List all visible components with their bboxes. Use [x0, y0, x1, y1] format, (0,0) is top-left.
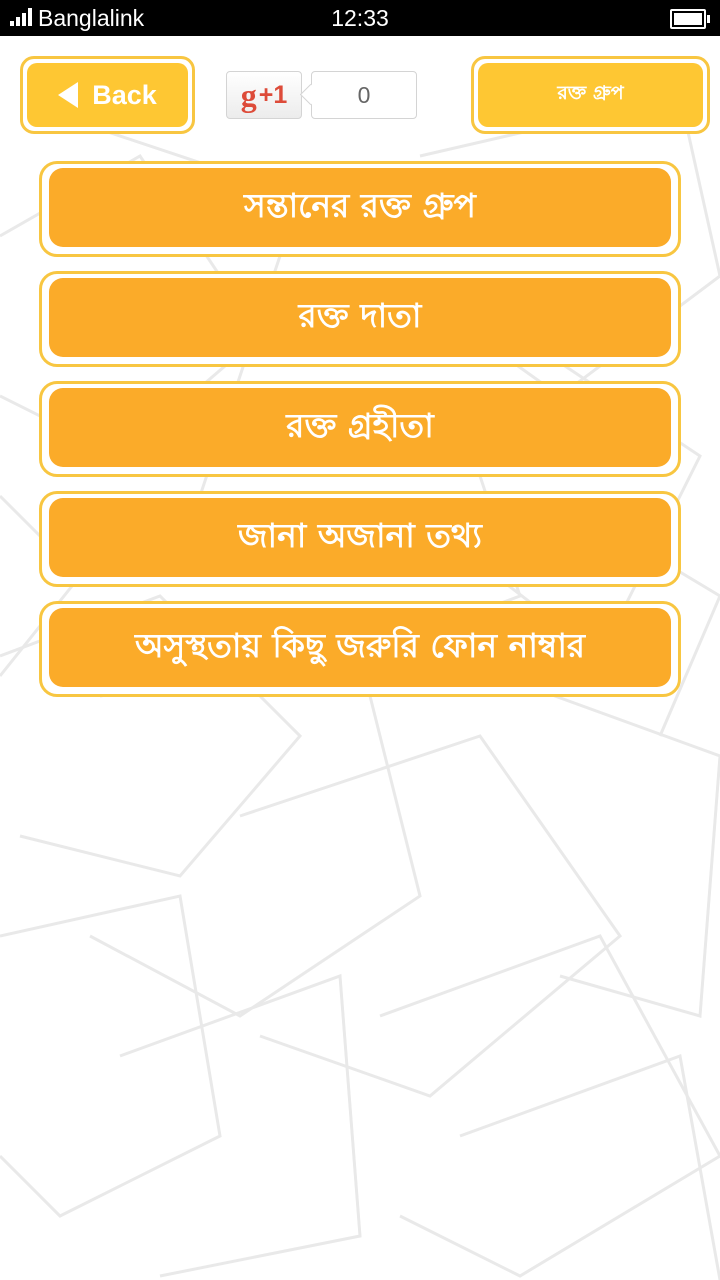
menu-label: রক্ত গ্রহীতা: [286, 405, 434, 445]
menu-button-face: রক্ত দাতা: [49, 278, 671, 357]
menu-button-blood-recipient[interactable]: রক্ত গ্রহীতা: [39, 381, 681, 477]
menu-label: রক্ত দাতা: [298, 295, 422, 335]
menu-button-facts[interactable]: জানা অজানা তথ্য: [39, 491, 681, 587]
title-button-face: রক্ত গ্রুপ: [478, 63, 703, 127]
back-button-face: Back: [27, 63, 188, 127]
gplus-label: +1: [258, 80, 288, 109]
menu-button-face: জানা অজানা তথ্য: [49, 498, 671, 577]
menu-button-face: অসুস্থতায় কিছু জরুরি ফোন নাম্বার: [49, 608, 671, 687]
google-plus-icon: g: [240, 77, 257, 113]
back-label: Back: [92, 79, 157, 110]
menu-label: সন্তানের রক্ত গ্রুপ: [244, 185, 476, 225]
menu-button-face: সন্তানের রক্ত গ্রুপ: [49, 168, 671, 247]
battery-icon: [670, 9, 710, 29]
plus-one-count: 0: [299, 71, 417, 119]
back-arrow-icon: [58, 82, 79, 108]
menu-button-emergency-numbers[interactable]: অসুস্থতায় কিছু জরুরি ফোন নাম্বার: [39, 601, 681, 697]
google-plus-one-button[interactable]: g +1: [226, 71, 302, 119]
blood-group-title-button[interactable]: রক্ত গ্রুপ: [471, 56, 710, 134]
menu-label: অসুস্থতায় কিছু জরুরি ফোন নাম্বার: [134, 625, 586, 665]
plus-one-count-value: 0: [357, 81, 371, 108]
menu-button-child-blood-group[interactable]: সন্তানের রক্ত গ্রুপ: [39, 161, 681, 257]
title-label: রক্ত গ্রুপ: [557, 82, 624, 104]
back-button[interactable]: Back: [20, 56, 195, 134]
status-time: 12:33: [331, 5, 389, 31]
menu-label: জানা অজানা তথ্য: [238, 515, 482, 555]
menu-button-face: রক্ত গ্রহীতা: [49, 388, 671, 467]
menu-button-blood-donor[interactable]: রক্ত দাতা: [39, 271, 681, 367]
status-bar: Banglalink 12:33: [0, 0, 720, 36]
